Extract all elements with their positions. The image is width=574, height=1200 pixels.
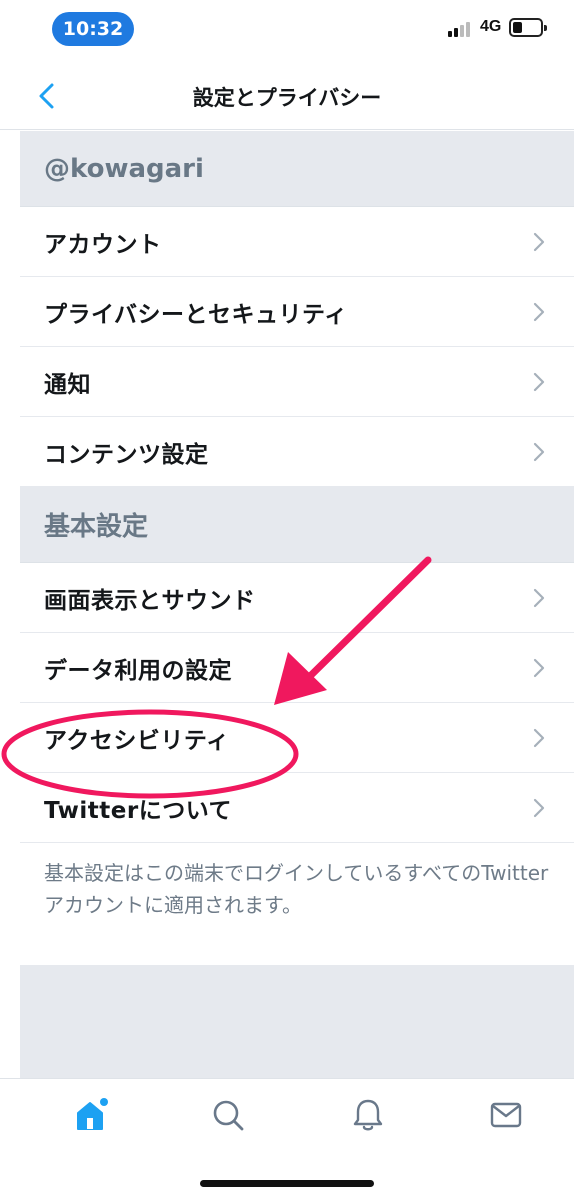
section-header-general: 基本設定 bbox=[20, 487, 574, 563]
empty-section-background bbox=[20, 965, 574, 1089]
status-bar: 10:32 4G bbox=[0, 0, 574, 58]
settings-row-accessibility[interactable]: アクセシビリティ bbox=[20, 703, 574, 773]
chevron-right-icon bbox=[533, 798, 545, 817]
settings-row-label: アクセシビリティ bbox=[44, 727, 230, 754]
chevron-right-icon bbox=[533, 442, 545, 461]
settings-row-about-twitter[interactable]: Twitterについて bbox=[20, 773, 574, 843]
battery-icon bbox=[509, 18, 547, 37]
settings-row-label: Twitterについて bbox=[44, 797, 233, 824]
settings-row-label: データ利用の設定 bbox=[44, 657, 232, 684]
tab-home[interactable] bbox=[70, 1093, 114, 1137]
chevron-right-icon bbox=[533, 588, 545, 607]
section-header-account: @kowagari bbox=[20, 131, 574, 207]
general-settings-note: 基本設定はこの端末でログインしているすべてのTwitterアカウントに適用されま… bbox=[44, 861, 549, 917]
settings-row-label: 画面表示とサウンド bbox=[44, 587, 256, 614]
settings-row-label: プライバシーとセキュリティ bbox=[44, 301, 348, 328]
home-indicator[interactable] bbox=[200, 1180, 374, 1187]
chevron-right-icon bbox=[533, 728, 545, 747]
chevron-right-icon bbox=[533, 232, 545, 251]
settings-row-display-sound[interactable]: 画面表示とサウンド bbox=[20, 563, 574, 633]
mail-icon bbox=[490, 1102, 522, 1128]
tab-bar bbox=[0, 1078, 574, 1156]
settings-row-data-usage[interactable]: データ利用の設定 bbox=[20, 633, 574, 703]
settings-row-content-preferences[interactable]: コンテンツ設定 bbox=[20, 417, 574, 487]
settings-row-account[interactable]: アカウント bbox=[20, 207, 574, 277]
cellular-signal-icon bbox=[448, 21, 474, 37]
chevron-right-icon bbox=[533, 658, 545, 677]
settings-row-label: コンテンツ設定 bbox=[44, 441, 209, 468]
bell-icon bbox=[353, 1099, 383, 1131]
chevron-right-icon bbox=[533, 302, 545, 321]
page-title: 設定とプライバシー bbox=[192, 86, 382, 110]
tab-search[interactable] bbox=[206, 1093, 250, 1137]
navigation-bar: 設定とプライバシー bbox=[0, 58, 574, 130]
settings-row-privacy-security[interactable]: プライバシーとセキュリティ bbox=[20, 277, 574, 347]
status-time: 10:32 bbox=[52, 12, 134, 46]
settings-row-notifications[interactable]: 通知 bbox=[20, 347, 574, 417]
settings-row-label: 通知 bbox=[44, 371, 91, 398]
search-icon bbox=[213, 1100, 244, 1131]
network-type: 4G bbox=[480, 18, 502, 35]
settings-list: @kowagari アカウント プライバシーとセキュリティ 通知 コンテンツ設定… bbox=[20, 131, 574, 1089]
settings-row-label: アカウント bbox=[44, 231, 162, 258]
chevron-right-icon bbox=[533, 372, 545, 391]
tab-notifications[interactable] bbox=[346, 1093, 390, 1137]
tab-messages[interactable] bbox=[484, 1093, 528, 1137]
home-icon bbox=[77, 1098, 108, 1130]
